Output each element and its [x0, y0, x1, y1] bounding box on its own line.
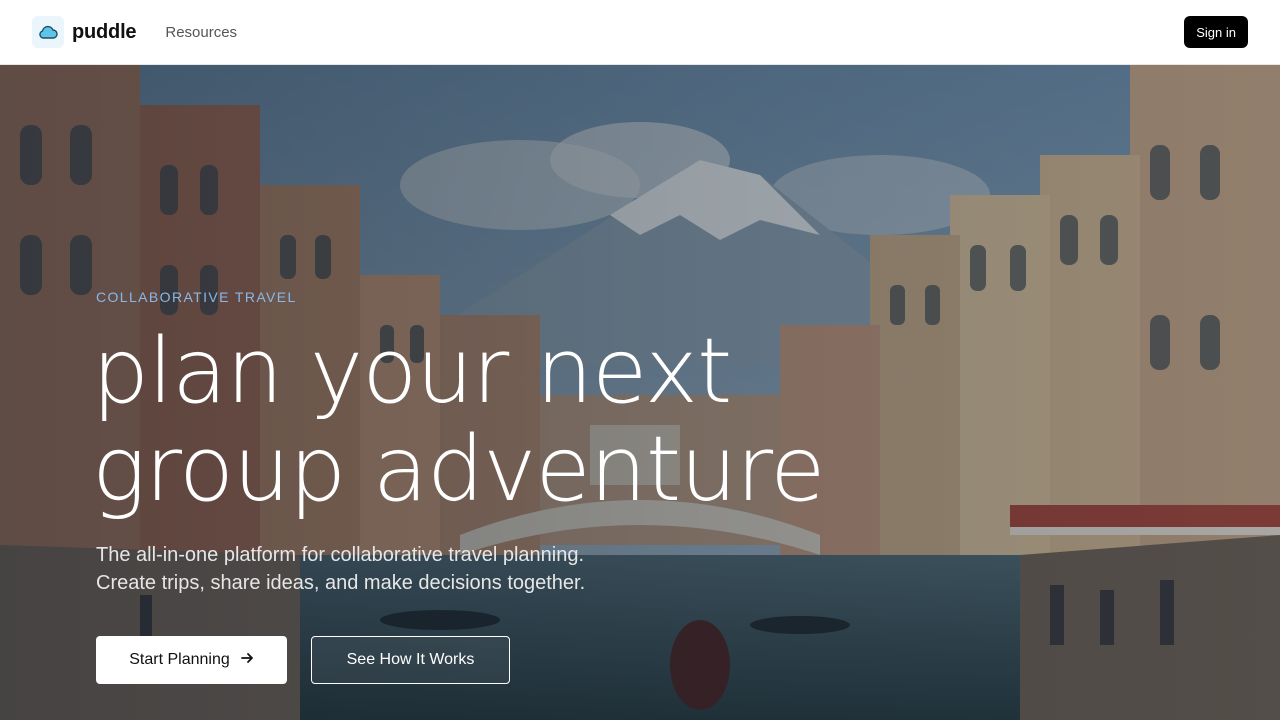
hero-section: COLLABORATIVE TRAVEL plan your next grou… — [0, 65, 1280, 720]
headline-line-2: group adventure — [92, 417, 826, 522]
hero-subtitle: The all-in-one platform for collaborativ… — [96, 541, 716, 597]
hero-headline: plan your next group adventure — [92, 323, 992, 519]
arrow-right-icon — [240, 651, 254, 670]
headline-line-1: plan your next — [92, 319, 732, 424]
nav-link-resources[interactable]: Resources — [165, 24, 237, 41]
see-how-it-works-button[interactable]: See How It Works — [311, 636, 510, 684]
sign-in-button[interactable]: Sign in — [1184, 16, 1248, 48]
cloud-logo-icon — [32, 16, 64, 48]
start-planning-label: Start Planning — [129, 651, 230, 668]
brand-name: puddle — [72, 20, 137, 43]
brand-home-link[interactable]: puddle — [32, 16, 137, 48]
top-navigation-bar: puddle Resources Sign in — [0, 0, 1280, 65]
hero-eyebrow: COLLABORATIVE TRAVEL — [96, 289, 297, 305]
subtitle-line-2: Create trips, share ideas, and make deci… — [96, 572, 586, 594]
start-planning-button[interactable]: Start Planning — [96, 636, 287, 684]
subtitle-line-1: The all-in-one platform for collaborativ… — [96, 544, 585, 566]
